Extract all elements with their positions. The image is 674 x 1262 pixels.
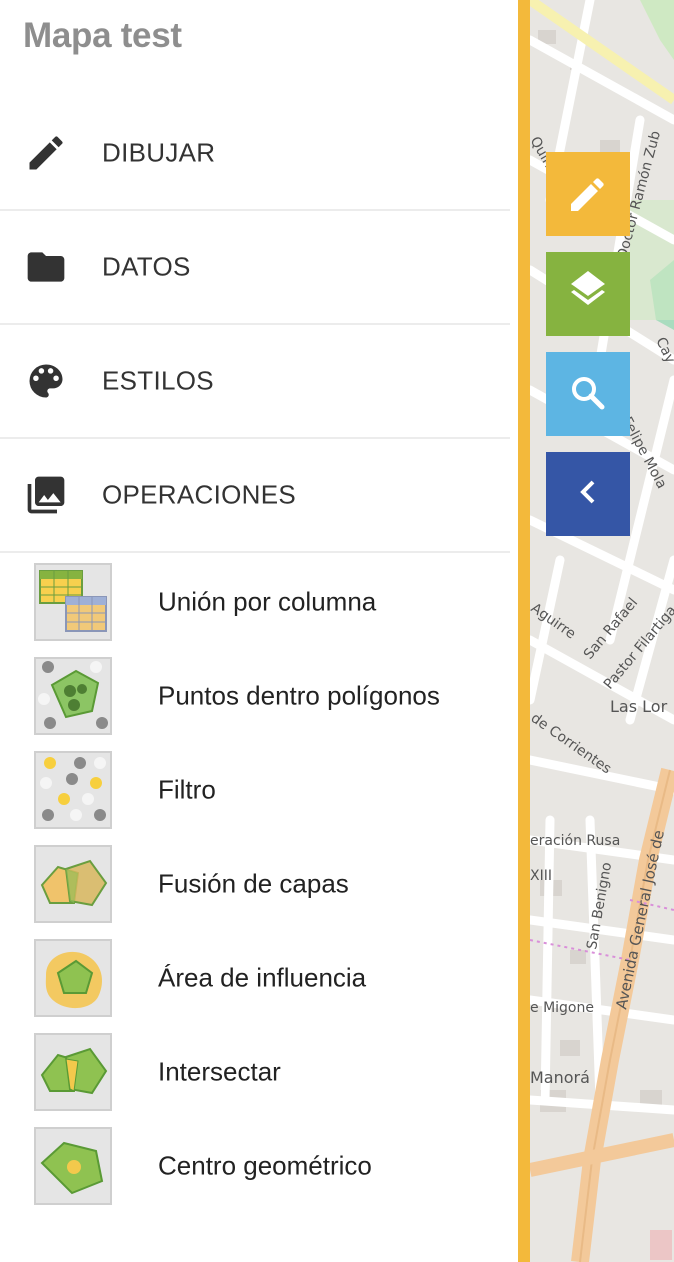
op-item-filtro[interactable]: Filtro <box>0 751 510 845</box>
pencil-icon <box>29 135 63 169</box>
op-item-union-columna[interactable]: Unión por columna <box>0 563 510 657</box>
op-item-label: Intersectar <box>158 1056 281 1087</box>
menu-item-estilos[interactable]: ESTILOS <box>0 324 510 439</box>
op-item-label: Fusión de capas <box>158 868 349 899</box>
chevron-left-icon <box>580 480 595 504</box>
op-item-label: Filtro <box>158 774 216 805</box>
join-tables-icon <box>34 563 112 641</box>
intersect-icon <box>34 1033 112 1111</box>
pencil-icon <box>571 178 604 211</box>
op-item-label: Puntos dentro polígonos <box>158 680 440 711</box>
op-item-label: Unión por columna <box>158 586 377 617</box>
menu-item-label: ESTILOS <box>102 365 214 395</box>
folder-icon <box>27 251 65 282</box>
map-street-label: Manorá <box>530 1068 590 1087</box>
palette-icon <box>29 364 63 397</box>
map-street-label: Las Lor <box>610 697 668 716</box>
merge-layers-icon <box>34 845 112 923</box>
sidebar-panel: Mapa test DIBUJAR DATOS ESTILOS OPERACIO… <box>0 0 518 1262</box>
menu-item-operaciones[interactable]: OPERACIONES <box>0 438 510 553</box>
op-item-puntos-poligonos[interactable]: Puntos dentro polígonos <box>0 657 510 751</box>
draw-button[interactable] <box>546 152 630 236</box>
op-item-fusion-capas[interactable]: Fusión de capas <box>0 845 510 939</box>
menu-item-label: OPERACIONES <box>102 479 297 509</box>
search-button[interactable] <box>546 352 630 436</box>
layers-icon <box>571 271 605 305</box>
map-street-label: XIII <box>530 868 552 884</box>
map-street-label: e Migone <box>530 1000 594 1016</box>
points-in-polygons-icon <box>34 657 112 735</box>
op-item-area-influencia[interactable]: Área de influencia <box>0 939 510 1033</box>
filter-points-icon <box>34 751 112 829</box>
map-street-label: eración Rusa <box>530 833 620 849</box>
op-item-label: Área de influencia <box>158 962 367 993</box>
op-item-label: Centro geométrico <box>158 1150 372 1181</box>
centroid-icon <box>34 1127 112 1205</box>
sidebar-border <box>518 0 530 1262</box>
layers-button[interactable] <box>546 252 630 336</box>
op-item-intersectar[interactable]: Intersectar <box>0 1033 510 1127</box>
menu-item-label: DATOS <box>102 251 191 281</box>
menu-item-label: DIBUJAR <box>102 137 216 167</box>
page-title: Mapa test <box>23 16 182 55</box>
buffer-icon <box>34 939 112 1017</box>
photo-library-icon <box>27 476 65 513</box>
collapse-sidebar-button[interactable] <box>546 452 630 536</box>
menu-item-dibujar[interactable]: DIBUJAR <box>0 96 510 211</box>
menu-item-datos[interactable]: DATOS <box>0 210 510 325</box>
op-item-centro-geometrico[interactable]: Centro geométrico <box>0 1127 510 1221</box>
search-icon <box>572 377 605 410</box>
